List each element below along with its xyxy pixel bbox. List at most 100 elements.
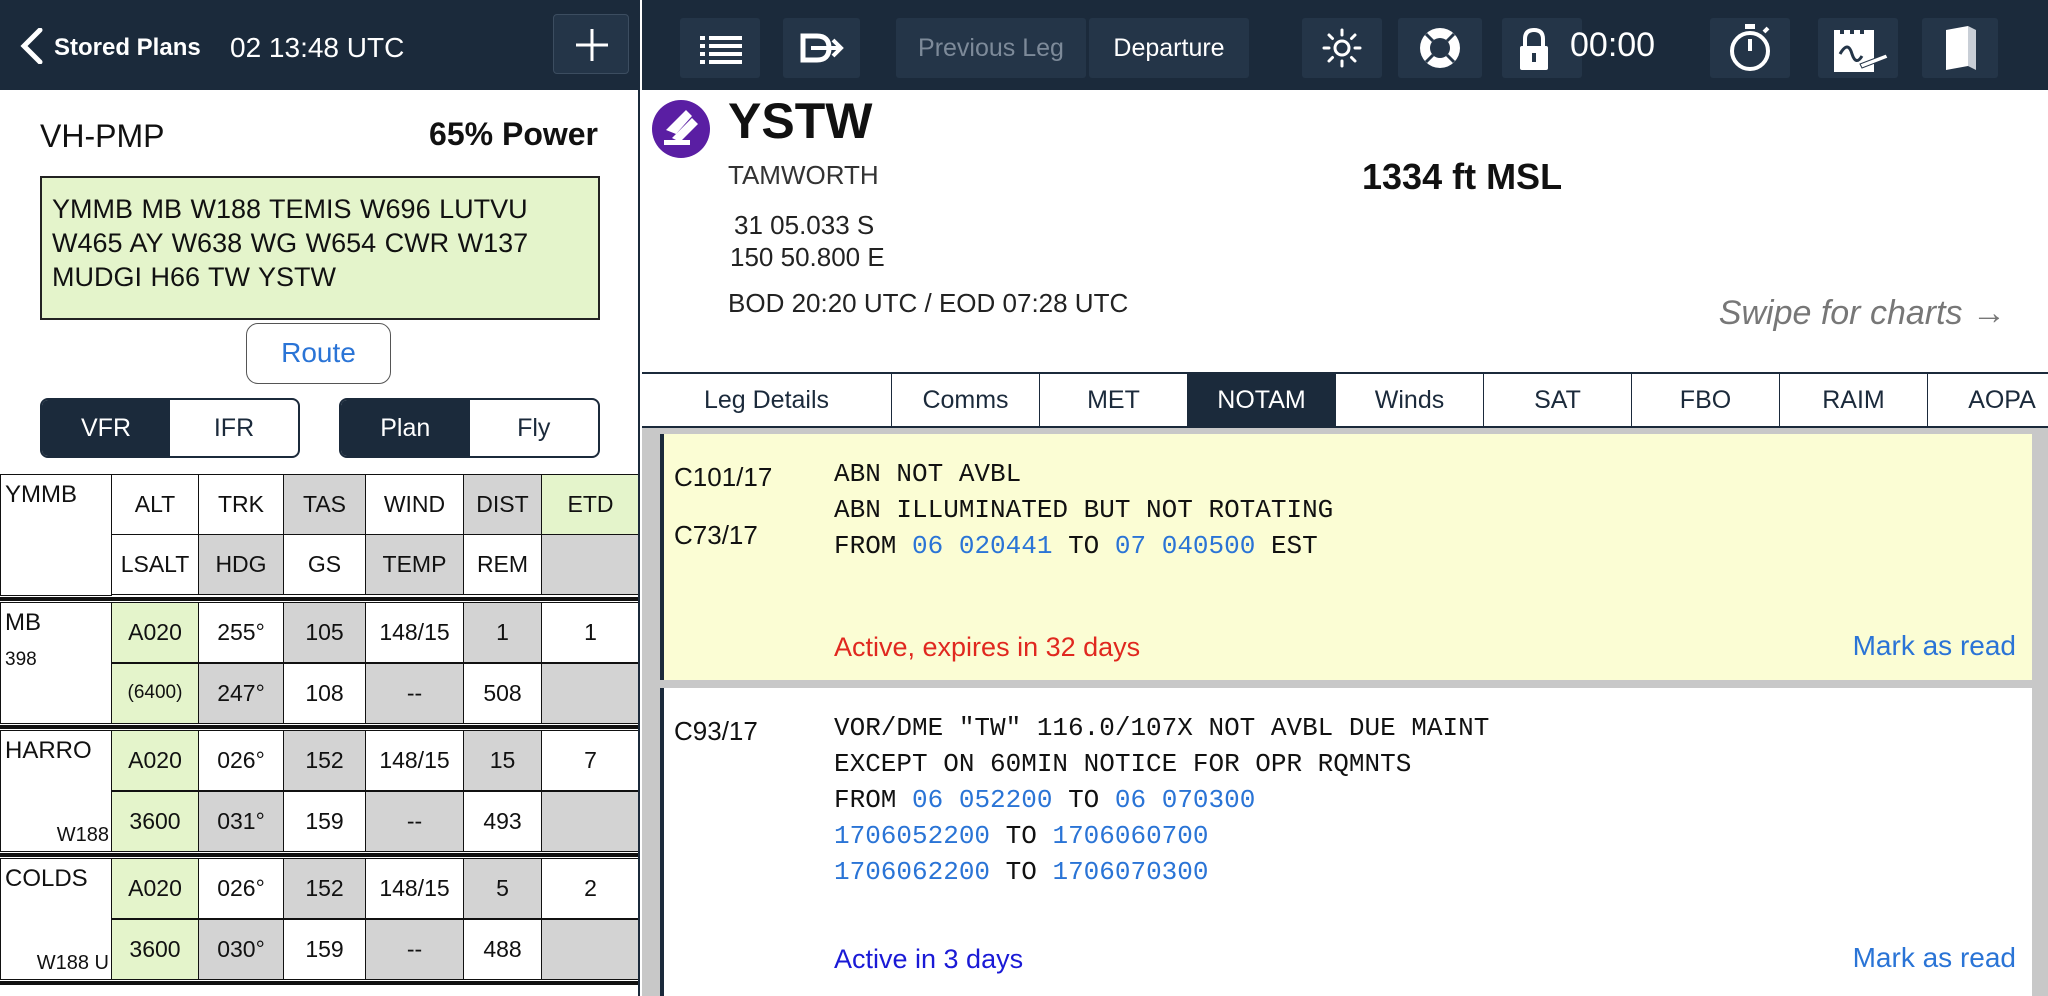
flight-rules-toggle: VFR IFR [40, 398, 300, 458]
mark-as-read-link[interactable]: Mark as read [1853, 942, 2016, 974]
tab-notam[interactable]: NOTAM [1188, 374, 1336, 426]
plan-option[interactable]: Plan [341, 400, 470, 456]
waypoint-cell[interactable]: HARRO W188 [0, 730, 112, 852]
leg-rem: 508 [463, 663, 542, 724]
timer-readout: 00:00 [1570, 26, 1656, 64]
stopwatch-button[interactable] [1710, 18, 1790, 78]
origin-cell[interactable]: YMMB [0, 474, 112, 596]
header-wind: WIND [365, 474, 464, 535]
tab-winds[interactable]: Winds [1336, 374, 1484, 426]
chevron-left-icon[interactable] [16, 28, 46, 64]
row-separator [0, 981, 638, 985]
header-blank [541, 534, 638, 595]
leg-ete: 1 [541, 602, 638, 663]
add-plan-button[interactable] [553, 14, 629, 74]
leg-temp[interactable]: -- [365, 919, 464, 980]
tab-raim[interactable]: RAIM [1780, 374, 1928, 426]
airway-label: W188 U [36, 952, 109, 974]
notam-id: C101/17 [674, 462, 773, 492]
leg-rem: 488 [463, 919, 542, 980]
lock-icon [1520, 27, 1548, 70]
vfr-option[interactable]: VFR [42, 400, 170, 456]
tab-sat[interactable]: SAT [1484, 374, 1632, 426]
documents-button[interactable] [1922, 18, 1998, 78]
waypoint-name: COLDS [5, 865, 88, 892]
tab-leg-details[interactable]: Leg Details [642, 374, 892, 426]
leg-wind[interactable]: 148/15 [365, 730, 464, 791]
range-start: 1706062200 [834, 857, 991, 887]
route-field[interactable]: YMMB MB W188 TEMIS W696 LUTVU W465 AY W6… [40, 176, 600, 320]
tab-aopa[interactable]: AOPA [1928, 374, 2048, 426]
leg-tas[interactable]: 152 [283, 730, 366, 791]
from-keyword: FROM [834, 531, 897, 561]
origin-name: YMMB [5, 481, 77, 508]
notam-line: EXCEPT ON 60MIN NOTICE FOR OPR RQMNTS [834, 749, 1412, 779]
leg-wind[interactable]: 148/15 [365, 602, 464, 663]
leg-gs: 159 [283, 791, 366, 852]
leg-blank [541, 663, 638, 724]
fly-option[interactable]: Fly [470, 400, 599, 456]
previous-leg-button[interactable]: Previous Leg [896, 18, 1086, 78]
leg-hdg: 247° [198, 663, 284, 724]
leg-trk: 026° [198, 858, 284, 919]
power-setting[interactable]: 65% Power [429, 116, 598, 153]
plus-icon [576, 29, 608, 61]
leg-wind[interactable]: 148/15 [365, 858, 464, 919]
leg-trk: 255° [198, 602, 284, 663]
tab-comms[interactable]: Comms [892, 374, 1040, 426]
utc-time: 02 13:48 UTC [230, 32, 405, 63]
notam-line: ABN ILLUMINATED BUT NOT ROTATING [834, 495, 1334, 525]
notam-id: C73/17 [674, 520, 758, 550]
leg-gs: 108 [283, 663, 366, 724]
time-suffix: EST [1270, 531, 1318, 561]
waypoint-cell[interactable]: COLDS W188 U [0, 858, 112, 980]
toolbar: Previous Leg Departure 00:00 [642, 0, 2048, 90]
notam-card[interactable]: C101/17 C73/17 ABN NOT AVBL ABN ILLUMINA… [660, 434, 2032, 680]
route-button[interactable]: Route [246, 323, 391, 384]
leg-temp[interactable]: -- [365, 791, 464, 852]
swipe-for-charts-hint[interactable]: Swipe for charts → [1719, 294, 2006, 333]
header-trk: TRK [198, 474, 284, 535]
tab-fbo[interactable]: FBO [1632, 374, 1780, 426]
leg-tas[interactable]: 105 [283, 602, 366, 663]
from-time: 06 020441 [912, 531, 1053, 561]
leg-ete: 2 [541, 858, 638, 919]
leg-dist: 5 [463, 858, 542, 919]
header-lsalt: LSALT [111, 534, 199, 595]
logbook-icon [1834, 26, 1889, 72]
leg-alt[interactable]: A020 [111, 858, 199, 919]
airport-icon [652, 100, 710, 158]
row-separator [0, 597, 638, 601]
logbook-button[interactable] [1818, 18, 1898, 78]
lifebuoy-icon [1420, 28, 1460, 68]
leg-lsalt: 3600 [111, 791, 199, 852]
leg-alt[interactable]: A020 [111, 602, 199, 663]
left-header: Stored Plans 02 13:48 UTC [0, 0, 638, 90]
leg-trk: 026° [198, 730, 284, 791]
notam-status: Active in 3 days [834, 944, 1024, 974]
leg-lsalt: (6400) [111, 663, 199, 724]
mark-as-read-link[interactable]: Mark as read [1853, 630, 2016, 662]
leg-ete: 7 [541, 730, 638, 791]
brightness-button[interactable] [1302, 18, 1382, 78]
airport-longitude: 150 50.800 E [730, 242, 885, 272]
leg-hdg: 030° [198, 919, 284, 980]
leg-gs: 159 [283, 919, 366, 980]
ifr-option[interactable]: IFR [170, 400, 298, 456]
direct-to-button[interactable] [783, 18, 860, 78]
waypoint-cell[interactable]: MB 398 [0, 602, 112, 724]
notam-text: VOR/DME "TW" 116.0/107X NOT AVBL DUE MAI… [834, 710, 1489, 890]
aircraft-registration[interactable]: VH-PMP [40, 118, 164, 155]
list-button[interactable] [680, 18, 760, 78]
leg-alt[interactable]: A020 [111, 730, 199, 791]
header-hdg: HDG [198, 534, 284, 595]
back-button[interactable]: Stored Plans [54, 34, 201, 62]
flight-plan-panel: Stored Plans 02 13:48 UTC VH-PMP 65% Pow… [0, 0, 640, 996]
leg-rem: 493 [463, 791, 542, 852]
notam-card[interactable]: C93/17 VOR/DME "TW" 116.0/107X NOT AVBL … [660, 688, 2032, 996]
leg-tas[interactable]: 152 [283, 858, 366, 919]
emergency-button[interactable] [1398, 18, 1482, 78]
leg-temp[interactable]: -- [365, 663, 464, 724]
departure-button[interactable]: Departure [1089, 18, 1249, 78]
tab-met[interactable]: MET [1040, 374, 1188, 426]
